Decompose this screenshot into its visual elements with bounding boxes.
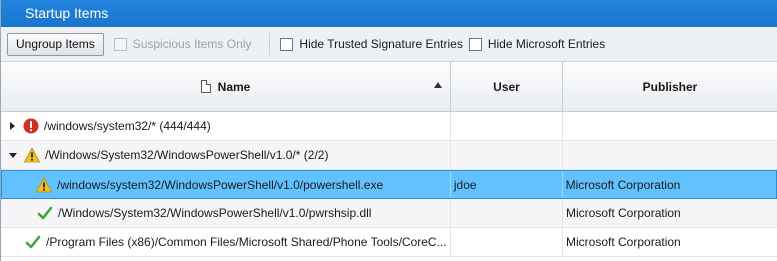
row-publisher (563, 112, 777, 140)
table-row-selected[interactable]: /windows/system32/WindowsPowerShell/v1.0… (1, 170, 777, 199)
window-title: Startup Items (1, 0, 777, 27)
suspicious-items-only-label: Suspicious Items Only (132, 37, 252, 51)
row-publisher: Microsoft Corporation (566, 206, 681, 220)
sort-ascending-icon (434, 82, 442, 88)
collapse-arrow-icon[interactable] (9, 152, 17, 158)
table-header: Name User Publisher (1, 62, 777, 112)
startup-items-table: Name User Publisher /windows/system32/* … (1, 62, 777, 261)
column-header-user[interactable]: User (451, 62, 563, 111)
hide-microsoft-entries-checkbox[interactable]: Hide Microsoft Entries (468, 37, 606, 51)
row-name: /Program Files (x86)/Common Files/Micros… (46, 235, 447, 249)
row-name: /windows/system32/* (444/444) (44, 119, 211, 133)
row-name: /Windows/System32/WindowsPowerShell/v1.0… (45, 148, 329, 162)
table-row[interactable]: /Windows/System32/WindowsPowerShell/v1.0… (1, 141, 777, 170)
file-icon (200, 80, 211, 93)
hide-microsoft-entries-label: Hide Microsoft Entries (487, 37, 606, 51)
checkbox-box (468, 37, 482, 51)
warning-icon (24, 147, 40, 163)
hide-trusted-signature-checkbox[interactable]: Hide Trusted Signature Entries (280, 37, 463, 51)
row-user (451, 141, 563, 169)
row-user (451, 199, 563, 227)
row-publisher: Microsoft Corporation (565, 177, 681, 192)
warning-icon (36, 176, 52, 192)
checkbox-box (280, 37, 294, 51)
hide-trusted-signature-label: Hide Trusted Signature Entries (299, 37, 463, 51)
column-header-publisher[interactable]: Publisher (563, 62, 777, 111)
row-publisher (563, 141, 777, 169)
toolbar-separator (269, 33, 271, 55)
startup-items-window: Startup Items Ungroup Items Suspicious I… (0, 0, 777, 261)
row-user (451, 112, 563, 140)
column-header-name[interactable]: Name (1, 62, 451, 111)
row-name: /windows/system32/WindowsPowerShell/v1.0… (57, 177, 384, 192)
checkmark-icon (25, 235, 41, 249)
ungroup-items-button[interactable]: Ungroup Items (7, 32, 104, 56)
table-row[interactable]: /windows/system32/* (444/444) (1, 112, 777, 141)
suspicious-items-only-checkbox[interactable]: Suspicious Items Only (113, 37, 252, 51)
checkbox-box (113, 37, 127, 51)
row-user (451, 228, 563, 256)
column-name-label: Name (217, 79, 251, 94)
checkmark-icon (37, 206, 53, 220)
toolbar: Ungroup Items Suspicious Items Only Hide… (1, 27, 777, 62)
error-icon (23, 118, 39, 134)
row-name: /Windows/System32/WindowsPowerShell/v1.0… (58, 206, 372, 220)
row-publisher: Microsoft Corporation (566, 235, 681, 249)
table-row[interactable]: /Program Files (x86)/Common Files/Micros… (1, 228, 777, 257)
table-row[interactable]: /Windows/System32/WindowsPowerShell/v1.0… (1, 199, 777, 228)
expand-arrow-icon[interactable] (10, 122, 15, 130)
row-user: jdoe (451, 171, 563, 198)
